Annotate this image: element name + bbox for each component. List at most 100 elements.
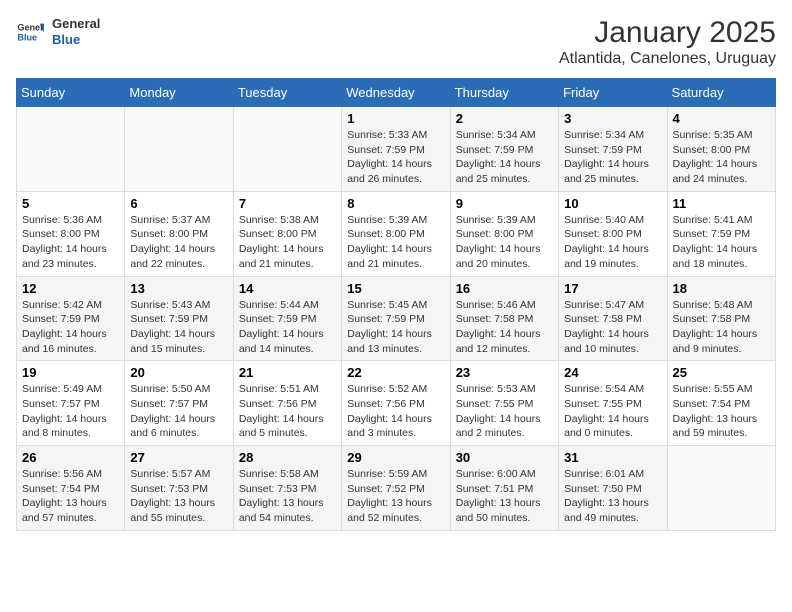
week-row-4: 19Sunrise: 5:49 AM Sunset: 7:57 PM Dayli… [17,361,776,446]
calendar-cell: 8 Sunrise: 5:39 AM Sunset: 8:00 PM Daylig… [342,191,450,276]
calendar-cell: 25Sunrise: 5:55 AM Sunset: 7:54 PM Dayli… [667,361,775,446]
day-number: 1 [347,111,444,126]
day-number: 26 [22,450,119,465]
day-number: 14 [239,281,336,296]
calendar-cell [667,446,775,531]
day-number: 27 [130,450,227,465]
day-info: Sunrise: 5:34 AM Sunset: 7:59 PM Dayligh… [456,128,553,187]
day-number: 17 [564,281,661,296]
day-number: 31 [564,450,661,465]
calendar-body: 1 Sunrise: 5:33 AM Sunset: 7:59 PM Daylig… [17,107,776,531]
calendar-cell: 14 Sunrise: 5:44 AM Sunset: 7:59 PM Dayli… [233,276,341,361]
weekday-header-row: SundayMondayTuesdayWednesdayThursdayFrid… [17,79,776,107]
day-number: 20 [130,365,227,380]
week-row-1: 1 Sunrise: 5:33 AM Sunset: 7:59 PM Daylig… [17,107,776,192]
day-number: 9 [456,196,553,211]
day-number: 5 [22,196,119,211]
day-number: 7 [239,196,336,211]
day-number: 13 [130,281,227,296]
logo-general: General [52,16,100,32]
calendar-cell: 24Sunrise: 5:54 AM Sunset: 7:55 PM Dayli… [559,361,667,446]
day-info: Sunrise: 5:58 AM Sunset: 7:53 PM Dayligh… [239,467,336,526]
calendar-cell: 19Sunrise: 5:49 AM Sunset: 7:57 PM Dayli… [17,361,125,446]
day-info: Sunrise: 6:01 AM Sunset: 7:50 PM Dayligh… [564,467,661,526]
svg-text:Blue: Blue [17,32,37,42]
day-number: 28 [239,450,336,465]
day-info: Sunrise: 5:57 AM Sunset: 7:53 PM Dayligh… [130,467,227,526]
logo: General Blue General Blue [16,16,100,47]
day-number: 18 [673,281,770,296]
calendar-cell: 28 Sunrise: 5:58 AM Sunset: 7:53 PM Dayli… [233,446,341,531]
day-number: 16 [456,281,553,296]
day-info: Sunrise: 5:39 AM Sunset: 8:00 PM Dayligh… [456,213,553,272]
day-info: Sunrise: 5:38 AM Sunset: 8:00 PM Dayligh… [239,213,336,272]
calendar-cell: 26Sunrise: 5:56 AM Sunset: 7:54 PM Dayli… [17,446,125,531]
day-number: 30 [456,450,553,465]
weekday-friday: Friday [559,79,667,107]
day-info: Sunrise: 5:36 AM Sunset: 8:00 PM Dayligh… [22,213,119,272]
day-info: Sunrise: 5:33 AM Sunset: 7:59 PM Dayligh… [347,128,444,187]
day-number: 8 [347,196,444,211]
calendar-cell: 4 Sunrise: 5:35 AM Sunset: 8:00 PM Daylig… [667,107,775,192]
calendar-cell: 30Sunrise: 6:00 AM Sunset: 7:51 PM Dayli… [450,446,558,531]
calendar-table: SundayMondayTuesdayWednesdayThursdayFrid… [16,78,776,531]
day-number: 4 [673,111,770,126]
weekday-wednesday: Wednesday [342,79,450,107]
calendar-cell: 2 Sunrise: 5:34 AM Sunset: 7:59 PM Daylig… [450,107,558,192]
day-number: 3 [564,111,661,126]
day-info: Sunrise: 5:51 AM Sunset: 7:56 PM Dayligh… [239,382,336,441]
day-info: Sunrise: 5:47 AM Sunset: 7:58 PM Dayligh… [564,298,661,357]
weekday-thursday: Thursday [450,79,558,107]
calendar-cell: 12 Sunrise: 5:42 AM Sunset: 7:59 PM Dayli… [17,276,125,361]
week-row-3: 12 Sunrise: 5:42 AM Sunset: 7:59 PM Dayli… [17,276,776,361]
week-row-2: 5 Sunrise: 5:36 AM Sunset: 8:00 PM Daylig… [17,191,776,276]
day-number: 10 [564,196,661,211]
calendar-cell: 18 Sunrise: 5:48 AM Sunset: 7:58 PM Dayli… [667,276,775,361]
day-number: 2 [456,111,553,126]
calendar-cell: 31 Sunrise: 6:01 AM Sunset: 7:50 PM Dayli… [559,446,667,531]
calendar-cell: 10 Sunrise: 5:40 AM Sunset: 8:00 PM Dayli… [559,191,667,276]
calendar-cell: 21 Sunrise: 5:51 AM Sunset: 7:56 PM Dayli… [233,361,341,446]
calendar-cell: 22Sunrise: 5:52 AM Sunset: 7:56 PM Dayli… [342,361,450,446]
calendar-cell: 3Sunrise: 5:34 AM Sunset: 7:59 PM Daylig… [559,107,667,192]
calendar-cell: 15Sunrise: 5:45 AM Sunset: 7:59 PM Dayli… [342,276,450,361]
calendar-cell: 13 Sunrise: 5:43 AM Sunset: 7:59 PM Dayli… [125,276,233,361]
day-info: Sunrise: 5:44 AM Sunset: 7:59 PM Dayligh… [239,298,336,357]
week-row-5: 26Sunrise: 5:56 AM Sunset: 7:54 PM Dayli… [17,446,776,531]
calendar-cell: 5 Sunrise: 5:36 AM Sunset: 8:00 PM Daylig… [17,191,125,276]
calendar-header: SundayMondayTuesdayWednesdayThursdayFrid… [17,79,776,107]
calendar-cell: 17 Sunrise: 5:47 AM Sunset: 7:58 PM Dayli… [559,276,667,361]
logo-blue: Blue [52,32,100,48]
calendar-subtitle: Atlantida, Canelones, Uruguay [559,50,776,68]
day-info: Sunrise: 5:54 AM Sunset: 7:55 PM Dayligh… [564,382,661,441]
day-info: Sunrise: 5:42 AM Sunset: 7:59 PM Dayligh… [22,298,119,357]
title-block: January 2025 Atlantida, Canelones, Urugu… [559,16,776,68]
calendar-cell: 23Sunrise: 5:53 AM Sunset: 7:55 PM Dayli… [450,361,558,446]
day-number: 12 [22,281,119,296]
day-number: 25 [673,365,770,380]
day-number: 21 [239,365,336,380]
calendar-cell: 7 Sunrise: 5:38 AM Sunset: 8:00 PM Daylig… [233,191,341,276]
day-info: Sunrise: 5:48 AM Sunset: 7:58 PM Dayligh… [673,298,770,357]
weekday-monday: Monday [125,79,233,107]
day-info: Sunrise: 5:50 AM Sunset: 7:57 PM Dayligh… [130,382,227,441]
calendar-cell [125,107,233,192]
calendar-cell: 20 Sunrise: 5:50 AM Sunset: 7:57 PM Dayli… [125,361,233,446]
weekday-sunday: Sunday [17,79,125,107]
day-info: Sunrise: 5:40 AM Sunset: 8:00 PM Dayligh… [564,213,661,272]
day-number: 6 [130,196,227,211]
day-info: Sunrise: 5:46 AM Sunset: 7:58 PM Dayligh… [456,298,553,357]
day-info: Sunrise: 5:35 AM Sunset: 8:00 PM Dayligh… [673,128,770,187]
weekday-saturday: Saturday [667,79,775,107]
day-number: 11 [673,196,770,211]
day-number: 19 [22,365,119,380]
calendar-cell [233,107,341,192]
calendar-cell: 9 Sunrise: 5:39 AM Sunset: 8:00 PM Daylig… [450,191,558,276]
day-info: Sunrise: 5:43 AM Sunset: 7:59 PM Dayligh… [130,298,227,357]
day-info: Sunrise: 5:53 AM Sunset: 7:55 PM Dayligh… [456,382,553,441]
calendar-cell: 16 Sunrise: 5:46 AM Sunset: 7:58 PM Dayli… [450,276,558,361]
calendar-cell: 6Sunrise: 5:37 AM Sunset: 8:00 PM Daylig… [125,191,233,276]
day-info: Sunrise: 5:39 AM Sunset: 8:00 PM Dayligh… [347,213,444,272]
calendar-cell: 29Sunrise: 5:59 AM Sunset: 7:52 PM Dayli… [342,446,450,531]
calendar-title: January 2025 [559,16,776,50]
